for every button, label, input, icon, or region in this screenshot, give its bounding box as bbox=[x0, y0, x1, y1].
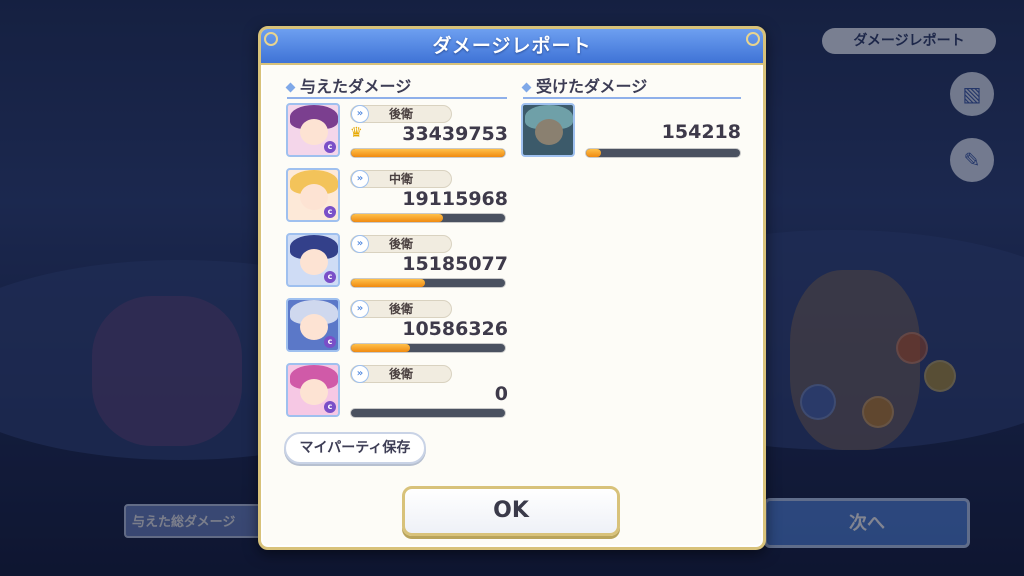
damage-value: 19115968 bbox=[402, 188, 508, 210]
dealt-row: c » 後衛 0 bbox=[286, 363, 508, 421]
position-label: 後衛 bbox=[389, 367, 414, 381]
damage-bar-fill bbox=[351, 279, 425, 287]
position-pill: » 後衛 bbox=[350, 300, 452, 318]
position-label: 後衛 bbox=[389, 107, 414, 121]
damage-report-dialog: ダメージレポート 与えたダメージ 受けたダメージ c » 後衛 ♛ 33439753 c »… bbox=[258, 26, 766, 550]
crown-icon: ♛ bbox=[350, 125, 363, 141]
damage-bar bbox=[350, 213, 506, 223]
enemy-avatar[interactable] bbox=[521, 103, 575, 157]
enemy-face bbox=[535, 119, 563, 145]
avatar-face bbox=[300, 379, 328, 405]
damage-value: 154218 bbox=[661, 121, 741, 143]
damage-value: 15185077 bbox=[402, 253, 508, 275]
dialog-header: ダメージレポート bbox=[261, 29, 763, 65]
character-avatar[interactable]: c bbox=[286, 233, 340, 287]
position-arrow-icon: » bbox=[351, 365, 369, 383]
damage-bar-fill bbox=[586, 149, 602, 157]
diamond-icon bbox=[285, 82, 296, 93]
dealt-row: c » 後衛 10586326 bbox=[286, 298, 508, 356]
damage-bar bbox=[350, 278, 506, 288]
rarity-badge-icon: c bbox=[324, 206, 336, 218]
damage-bar bbox=[350, 343, 506, 353]
position-pill: » 後衛 bbox=[350, 235, 452, 253]
position-pill: » 後衛 bbox=[350, 105, 452, 123]
character-avatar[interactable]: c bbox=[286, 103, 340, 157]
position-arrow-icon: » bbox=[351, 300, 369, 318]
rarity-badge-icon: c bbox=[324, 141, 336, 153]
character-avatar[interactable]: c bbox=[286, 363, 340, 417]
damage-value: 0 bbox=[494, 383, 508, 405]
avatar-face bbox=[300, 184, 328, 210]
position-pill: » 後衛 bbox=[350, 365, 452, 383]
dealt-row: c » 後衛 ♛ 33439753 bbox=[286, 103, 508, 161]
ok-button[interactable]: OK bbox=[402, 486, 620, 536]
avatar-face bbox=[300, 249, 328, 275]
position-label: 中衛 bbox=[389, 172, 414, 186]
rarity-badge-icon: c bbox=[324, 271, 336, 283]
taken-section-divider bbox=[523, 97, 741, 99]
damage-bar bbox=[350, 148, 506, 158]
dealt-row: c » 後衛 15185077 bbox=[286, 233, 508, 291]
dealt-section-title: 与えたダメージ bbox=[285, 73, 411, 97]
damage-bar-fill bbox=[351, 214, 444, 222]
position-arrow-icon: » bbox=[351, 170, 369, 188]
position-label: 後衛 bbox=[389, 237, 414, 251]
taken-row: 154218 bbox=[521, 103, 741, 161]
position-label: 後衛 bbox=[389, 302, 414, 316]
damage-bar bbox=[350, 408, 506, 418]
rarity-badge-icon: c bbox=[324, 401, 336, 413]
damage-bar-fill bbox=[351, 149, 505, 157]
taken-section-title: 受けたダメージ bbox=[521, 73, 647, 97]
avatar-face bbox=[300, 314, 328, 340]
diamond-icon bbox=[521, 82, 532, 93]
position-pill: » 中衛 bbox=[350, 170, 452, 188]
damage-bar-fill bbox=[351, 344, 410, 352]
damage-value: 10586326 bbox=[402, 318, 508, 340]
position-arrow-icon: » bbox=[351, 235, 369, 253]
avatar-face bbox=[300, 119, 328, 145]
rarity-badge-icon: c bbox=[324, 336, 336, 348]
character-avatar[interactable]: c bbox=[286, 298, 340, 352]
dealt-section-divider bbox=[287, 97, 507, 99]
save-my-party-button[interactable]: マイパーティ保存 bbox=[284, 432, 426, 464]
dialog-title: ダメージレポート bbox=[432, 35, 592, 57]
damage-value: 33439753 bbox=[402, 123, 508, 145]
dealt-row: c » 中衛 19115968 bbox=[286, 168, 508, 226]
damage-bar bbox=[585, 148, 741, 158]
position-arrow-icon: » bbox=[351, 105, 369, 123]
character-avatar[interactable]: c bbox=[286, 168, 340, 222]
